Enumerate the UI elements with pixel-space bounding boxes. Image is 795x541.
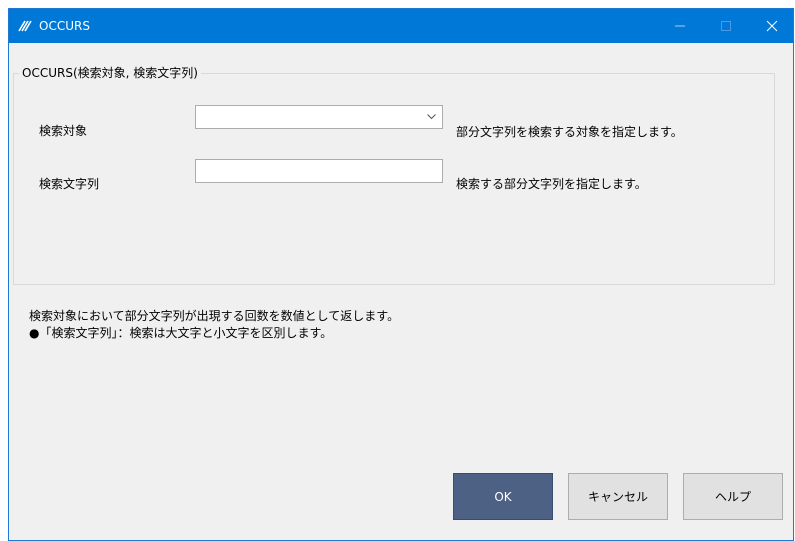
minimize-icon [675, 25, 685, 27]
minimize-button[interactable] [658, 9, 702, 43]
search-description: 検索する部分文字列を指定します。 [456, 177, 647, 191]
maximize-icon [721, 21, 731, 31]
group-label: OCCURS(検索対象, 検索文字列) [19, 64, 201, 81]
ok-button[interactable]: OK [453, 473, 553, 520]
help-button[interactable]: ヘルプ [683, 473, 783, 520]
target-description: 部分文字列を検索する対象を指定します。 [456, 125, 683, 139]
function-description: 検索対象において部分文字列が出現する回数を数値として返します。 [29, 309, 400, 323]
window-title: OCCURS [39, 19, 90, 33]
target-label: 検索対象 [39, 124, 88, 138]
close-icon [766, 20, 778, 32]
target-combobox[interactable] [195, 105, 443, 129]
cancel-button[interactable]: キャンセル [568, 473, 668, 520]
search-label: 検索文字列 [39, 177, 100, 191]
close-button[interactable] [750, 9, 794, 43]
title-bar[interactable]: OCCURS [9, 9, 793, 43]
function-note: ●「検索文字列」：検索は大文字と小文字を区別します。 [29, 326, 333, 340]
chevron-down-icon [427, 114, 436, 120]
search-string-input[interactable] [195, 159, 443, 183]
app-icon [18, 20, 32, 32]
maximize-button[interactable] [704, 9, 748, 43]
